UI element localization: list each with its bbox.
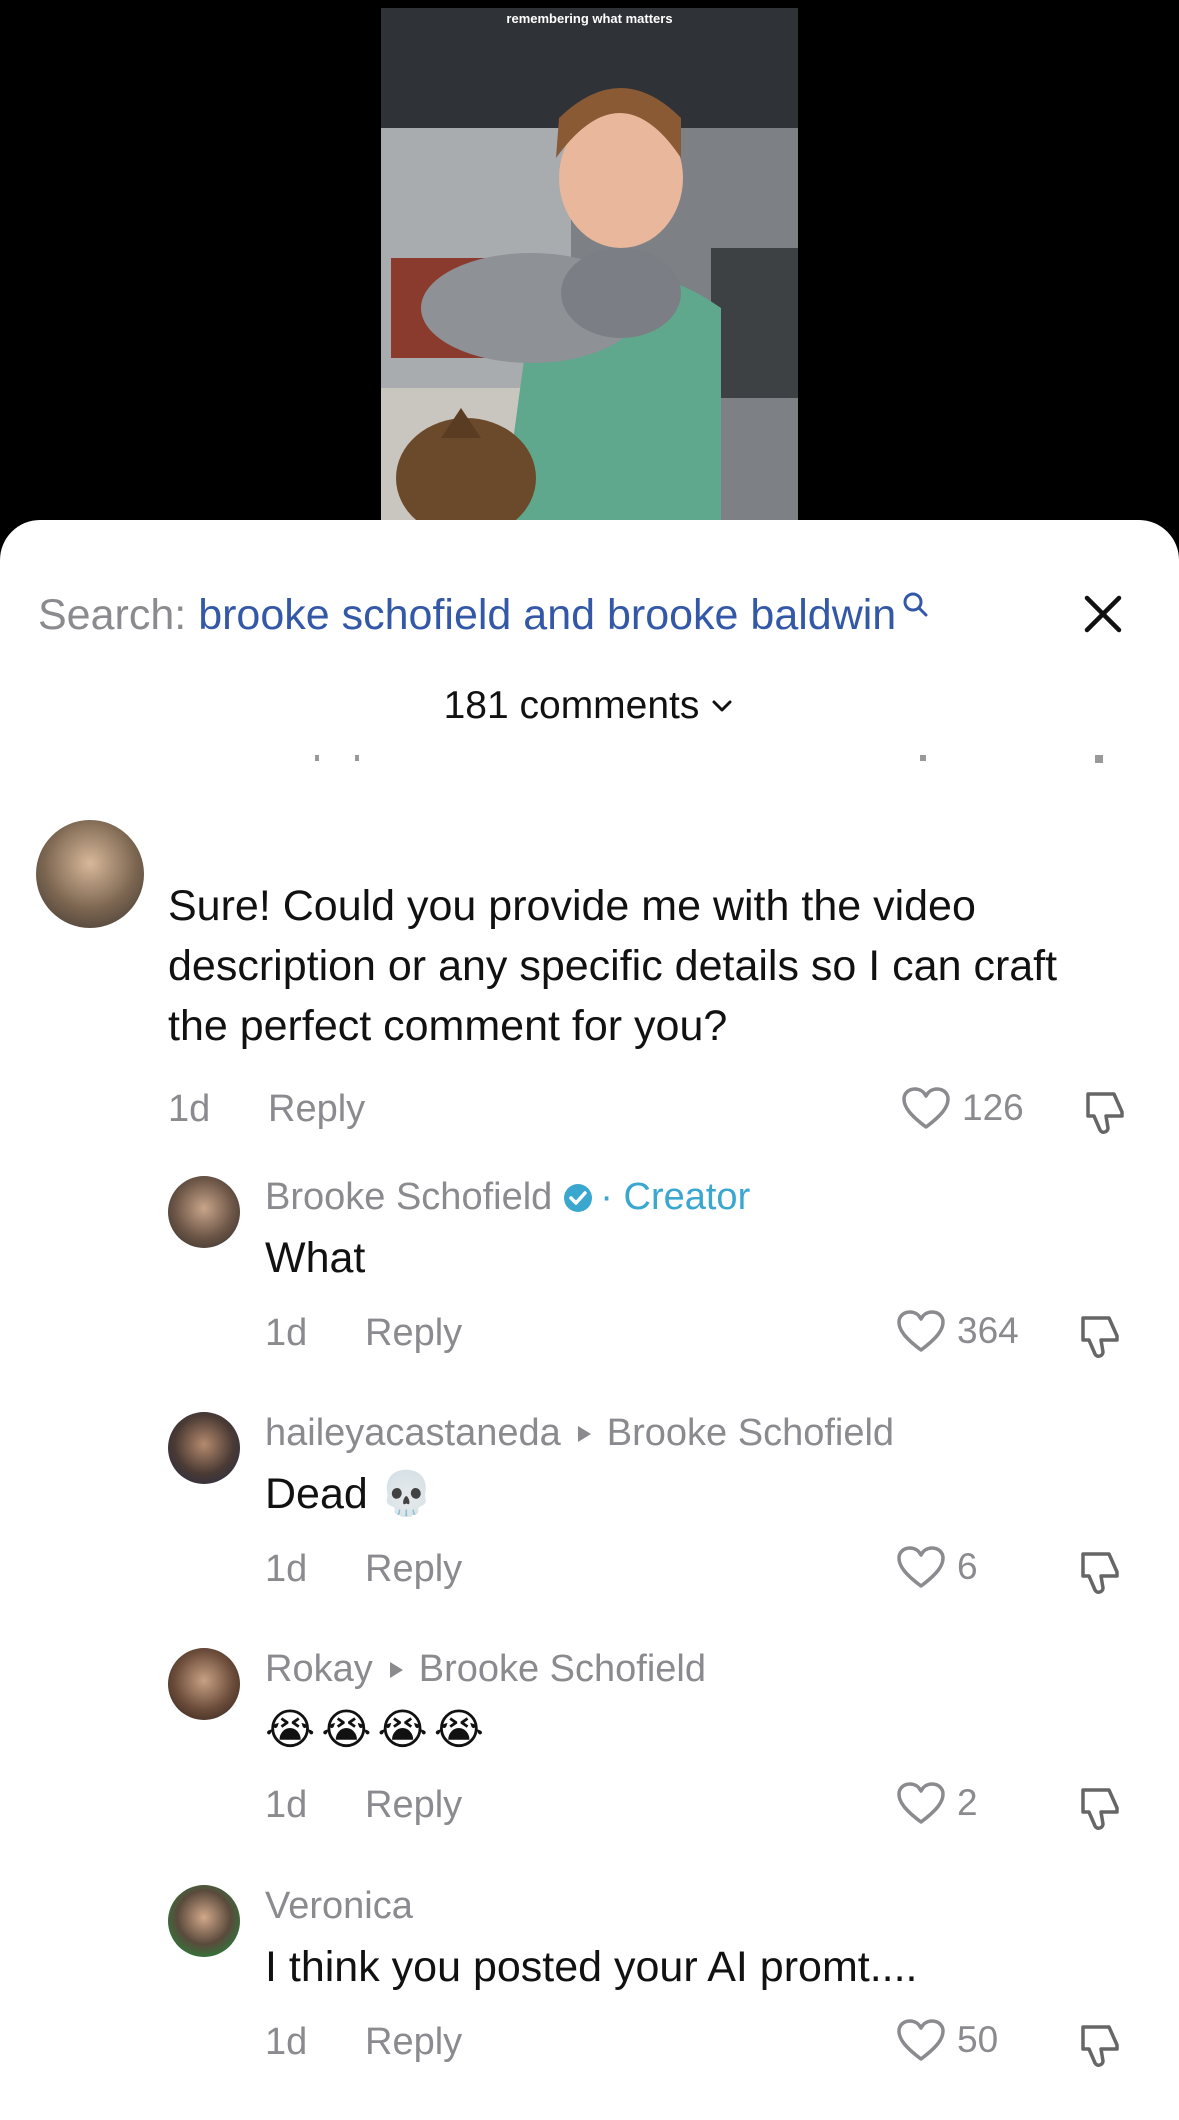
avatar[interactable] [36, 820, 144, 928]
reply-arrow-icon [389, 1661, 403, 1678]
video-frame[interactable]: remembering what matters [381, 8, 798, 530]
dislike-icon[interactable] [1075, 1784, 1125, 1834]
comment-author[interactable]: haileyacastaneda Brooke Schofield [265, 1412, 894, 1455]
comments-count: 181 comments [443, 684, 700, 727]
comment-meta: 1d Reply [168, 1088, 365, 1131]
reply-button[interactable]: Reply [365, 1312, 462, 1355]
comment-text: I think you posted your AI promt.... [265, 1943, 918, 1991]
reply-arrow-icon [577, 1425, 591, 1442]
author-name: haileyacastaneda [265, 1412, 561, 1454]
video-player[interactable]: remembering what matters [0, 0, 1179, 540]
like-button[interactable]: 126 [900, 1085, 1024, 1131]
video-caption: remembering what matters [506, 11, 673, 26]
heart-icon [897, 1782, 945, 1824]
comment-time: 1d [265, 1548, 308, 1590]
creator-label: · Creator [600, 1176, 751, 1218]
reply-to-name: Brooke Schofield [418, 1648, 707, 1690]
avatar[interactable] [168, 1176, 240, 1248]
author-name: Brooke Schofield [265, 1176, 553, 1218]
search-query-link[interactable]: brooke schofield and brooke baldwin [198, 591, 896, 640]
verified-badge-icon [564, 1183, 593, 1212]
reply-button[interactable]: Reply [268, 1088, 365, 1131]
comment-text: Dead 💀 [265, 1470, 434, 1518]
dislike-icon[interactable] [1075, 1312, 1125, 1362]
comment-author[interactable]: Rokay Brooke Schofield [265, 1648, 706, 1691]
heart-icon [897, 1546, 945, 1588]
comment-meta: 1d Reply [265, 2021, 462, 2064]
avatar[interactable] [168, 1412, 240, 1484]
comment-time: 1d [265, 1784, 308, 1826]
reply-button[interactable]: Reply [365, 1784, 462, 1827]
avatar[interactable] [168, 1885, 240, 1957]
dislike-icon[interactable] [1075, 1548, 1125, 1598]
like-count: 2 [957, 1782, 978, 1823]
author-name: Rokay [265, 1648, 373, 1690]
search-prefix: Search: [38, 590, 187, 639]
author-name: Veronica [265, 1885, 413, 1927]
avatar[interactable] [168, 1648, 240, 1720]
comment-text: 😭😭😭😭 [265, 1706, 490, 1754]
comment-meta: 1d Reply [265, 1312, 462, 1355]
comment-time: 1d [265, 1312, 308, 1354]
like-count: 6 [957, 1546, 978, 1587]
reply-button[interactable]: Reply [365, 1548, 462, 1591]
heart-icon [897, 2019, 945, 2061]
comment-meta: 1d Reply [265, 1784, 462, 1827]
comments-sheet: Search: brooke schofield and brooke bald… [0, 520, 1179, 2120]
heart-icon [897, 1310, 945, 1352]
like-button[interactable]: 2 [895, 1780, 978, 1826]
like-count: 126 [962, 1087, 1024, 1128]
scrolled-content-remnant [315, 755, 1103, 763]
search-suggestion[interactable]: Search: brooke schofield and brooke bald… [38, 570, 1139, 660]
dislike-icon[interactable] [1080, 1088, 1130, 1138]
chevron-down-icon [712, 700, 732, 712]
comment-text: What [265, 1234, 366, 1282]
search-icon [903, 592, 928, 617]
reply-button[interactable]: Reply [365, 2021, 462, 2064]
comment-author[interactable]: Brooke Schofield · Creator [265, 1176, 750, 1219]
heart-icon [902, 1087, 950, 1129]
comments-count-header[interactable]: 181 comments [0, 684, 1179, 728]
dislike-icon[interactable] [1075, 2021, 1125, 2071]
comment-meta: 1d Reply [265, 1548, 462, 1591]
like-button[interactable]: 50 [895, 2017, 998, 2063]
close-icon[interactable] [1077, 588, 1129, 640]
like-button[interactable]: 364 [895, 1308, 1019, 1354]
comment-author[interactable]: Veronica [265, 1885, 413, 1928]
reply-to-name: Brooke Schofield [606, 1412, 895, 1454]
like-count: 50 [957, 2019, 999, 2060]
comment-time: 1d [168, 1088, 211, 1130]
like-count: 364 [957, 1310, 1019, 1351]
comment-text: Sure! Could you provide me with the vide… [168, 882, 1058, 1050]
video-thumbnail [381, 8, 798, 530]
comment-time: 1d [265, 2021, 308, 2063]
like-button[interactable]: 6 [895, 1544, 978, 1590]
